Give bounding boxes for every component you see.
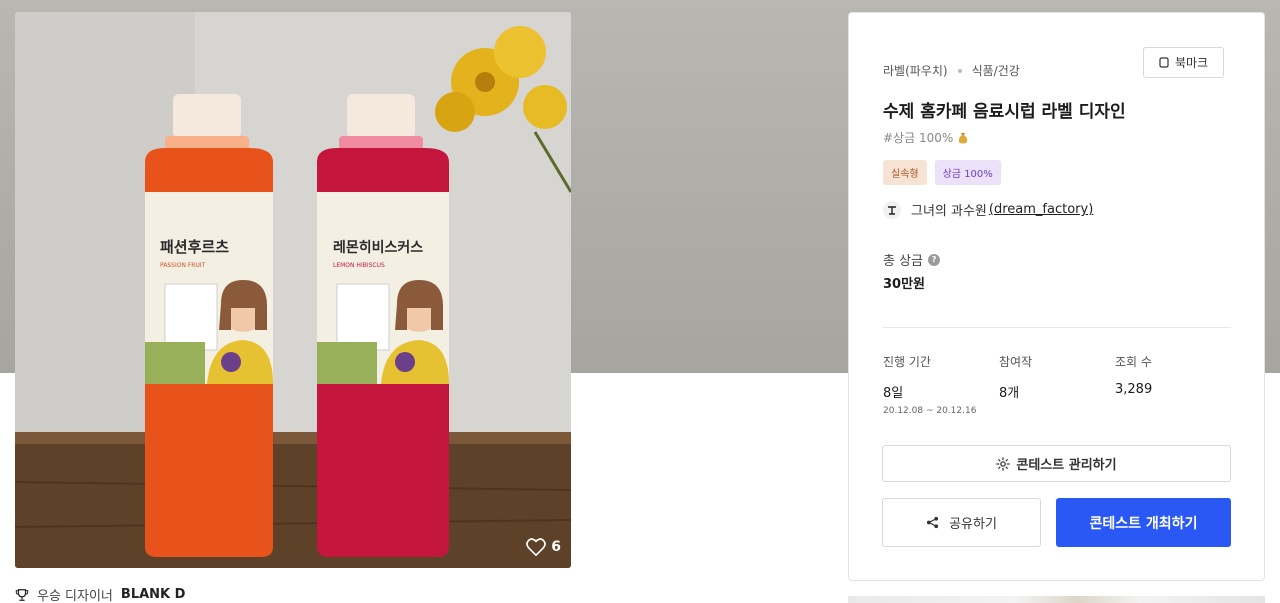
contest-info-card: 라벨(파우치) 식품/건강 북마크 수제 홈카페 음료시럽 라벨 디자인 #상금… <box>848 12 1265 581</box>
total-prize-label-text: 총 상금 <box>883 254 924 269</box>
page-title: 수제 홈카페 음료시럽 라벨 디자인 <box>883 102 1126 122</box>
winner-name[interactable]: BLANK D <box>121 587 186 602</box>
share-button[interactable]: 공유하기 <box>882 498 1041 547</box>
prize-hashtag-text: #상금 100% <box>883 131 954 145</box>
entries-value: 8개 <box>999 386 1020 401</box>
host-contest-label: 콘테스트 개최하기 <box>1089 515 1198 532</box>
bottle-passion-fruit: 패션후르츠 PASSION FRUIT <box>145 94 273 557</box>
bookmark-label: 북마크 <box>1174 56 1209 70</box>
breadcrumb-separator <box>957 68 962 73</box>
heart-icon <box>526 538 547 556</box>
money-bag-icon <box>959 132 968 143</box>
host-info[interactable]: 그녀의 과수원 (dream_factory) <box>883 200 1093 219</box>
gear-icon <box>996 456 1011 471</box>
share-icon <box>927 516 939 529</box>
divider <box>883 327 1231 328</box>
manage-contest-label: 콘테스트 관리하기 <box>1016 458 1117 473</box>
bottle-right-name: 레몬히비스커스 <box>333 239 423 256</box>
bottle-lemon-hibiscus: 레몬히비스커스 LEMON HIBISCUS <box>317 94 449 557</box>
badge-value-type: 실속형 <box>883 160 927 185</box>
winner-label: 우승 디자이너 <box>37 589 113 603</box>
winner-info: 우승 디자이너 BLANK D <box>15 585 185 603</box>
stat-views: 조회 수 3,289 <box>1115 353 1152 397</box>
period-value: 8일 <box>883 386 904 401</box>
bookmark-button[interactable]: 북마크 <box>1143 47 1224 78</box>
host-handle-link[interactable]: (dream_factory) <box>989 202 1093 217</box>
stat-period: 진행 기간 8일 20.12.08 ~ 20.12.16 <box>883 353 976 416</box>
bottle-left-sub: PASSION FRUIT <box>160 262 206 269</box>
like-button[interactable]: 6 <box>526 538 561 556</box>
host-name: 그녀의 과수원 <box>911 204 987 219</box>
host-logo-icon <box>888 205 896 215</box>
total-prize-value: 30만원 <box>883 277 926 292</box>
entries-label: 참여작 <box>999 355 1033 369</box>
category-link[interactable]: 라벨(파우치) <box>883 62 948 79</box>
trophy-icon <box>15 588 29 601</box>
product-illustration: 패션후르츠 PASSION FRUIT 레몬히비스커스 LEMON HIBISC… <box>15 12 571 568</box>
bottle-right-sub: LEMON HIBISCUS <box>333 262 385 269</box>
badge-prize-full: 상금 100% <box>934 160 1001 185</box>
help-icon[interactable]: ? <box>928 253 941 266</box>
period-dates: 20.12.08 ~ 20.12.16 <box>883 406 977 416</box>
views-label: 조회 수 <box>1115 355 1152 369</box>
breadcrumb: 라벨(파우치) 식품/건강 <box>883 62 1020 79</box>
related-thumbnail-strip <box>848 596 1265 603</box>
like-count: 6 <box>551 539 561 555</box>
views-value: 3,289 <box>1115 382 1153 397</box>
total-prize-label: 총 상금 ? <box>883 250 941 269</box>
share-label: 공유하기 <box>949 517 997 532</box>
stat-entries: 참여작 8개 <box>999 353 1032 401</box>
host-contest-button[interactable]: 콘테스트 개최하기 <box>1056 498 1231 547</box>
manage-contest-button[interactable]: 콘테스트 관리하기 <box>882 445 1231 482</box>
period-label: 진행 기간 <box>883 355 931 369</box>
subcategory-link[interactable]: 식품/건강 <box>972 62 1020 79</box>
prize-hashtag: #상금 100% <box>883 129 969 146</box>
product-image[interactable]: 패션후르츠 PASSION FRUIT 레몬히비스커스 LEMON HIBISC… <box>15 12 571 568</box>
badge-list: 실속형 상금 100% <box>883 160 1001 185</box>
bookmark-icon <box>1159 57 1169 68</box>
host-avatar <box>883 200 901 219</box>
bottle-left-name: 패션후르츠 <box>160 238 229 256</box>
